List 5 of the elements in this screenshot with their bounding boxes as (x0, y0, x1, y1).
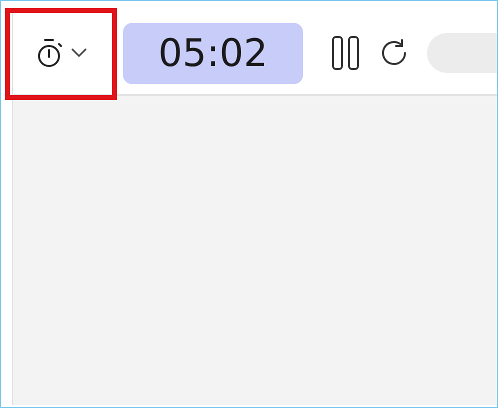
reset-button[interactable] (379, 38, 409, 68)
pause-button[interactable] (331, 35, 361, 71)
stopwatch-icon (35, 37, 65, 69)
chevron-down-icon (71, 48, 87, 58)
time-display: 05:02 (123, 22, 303, 84)
